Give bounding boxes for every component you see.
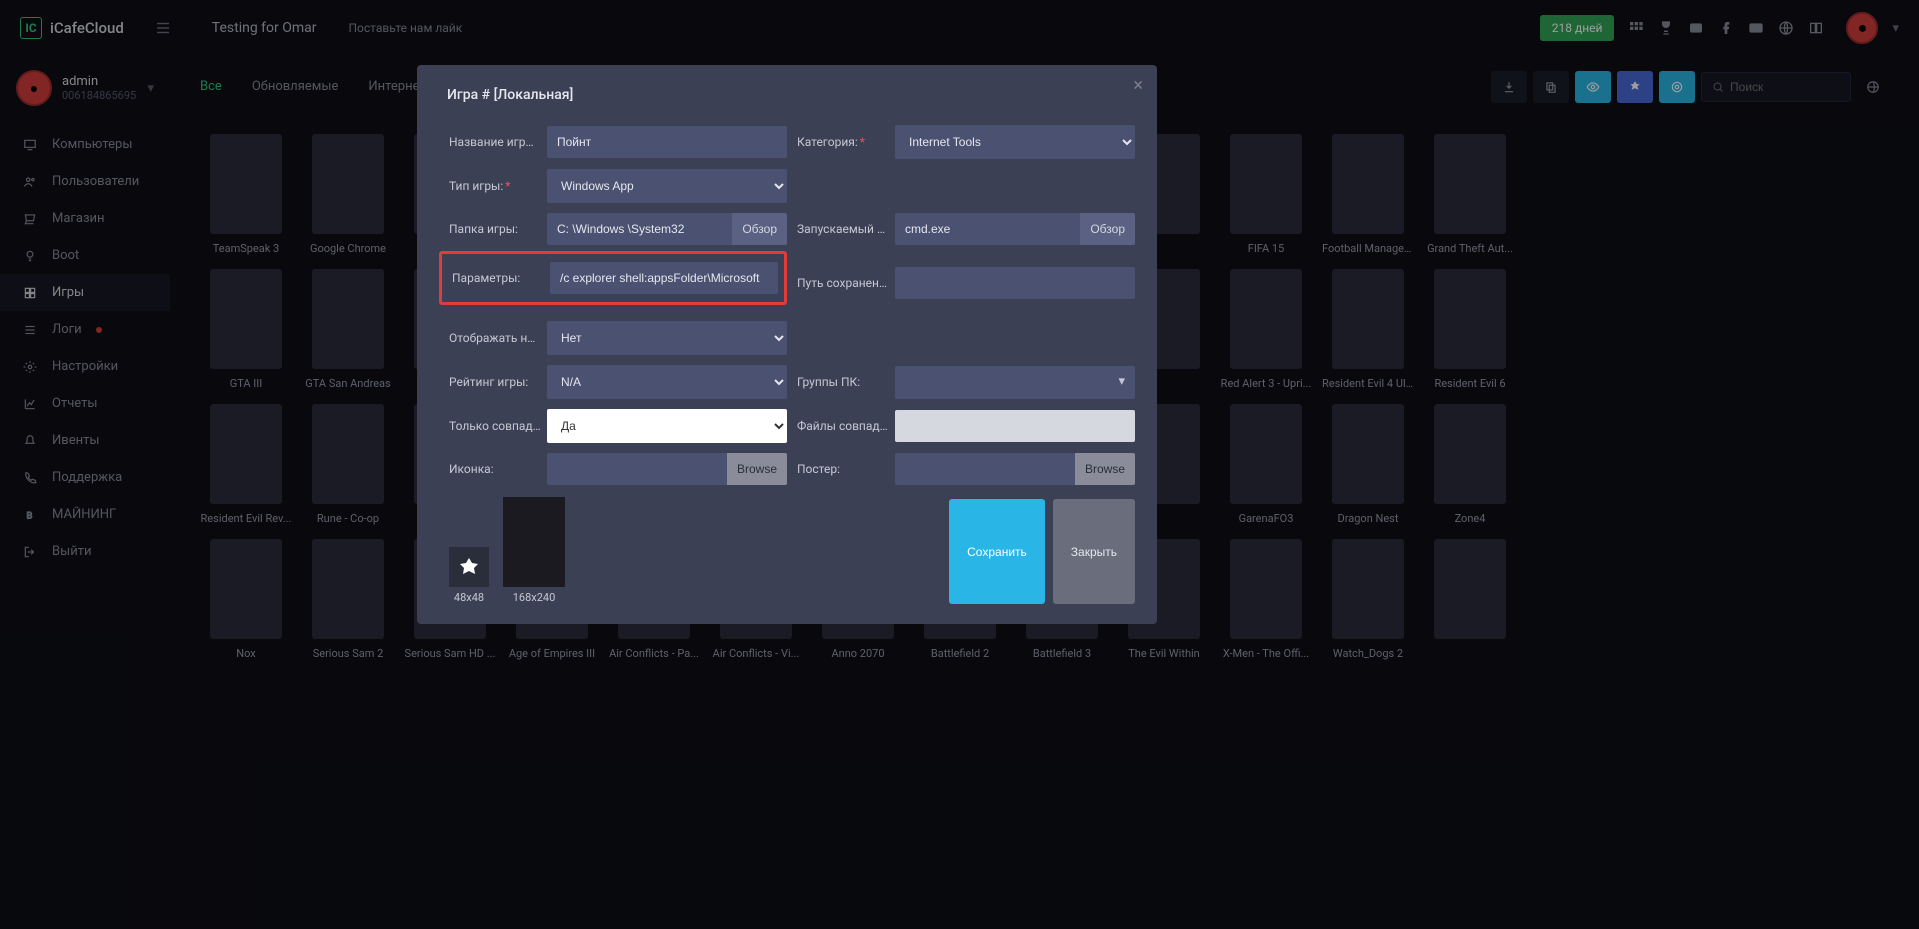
- input-savepath[interactable]: [895, 267, 1135, 299]
- input-name[interactable]: [547, 126, 787, 158]
- label-folder: Папка игры:: [439, 222, 547, 236]
- select-type[interactable]: Windows App: [547, 169, 787, 203]
- modal-title: Игра # [Локальная]: [447, 87, 1127, 103]
- input-folder[interactable]: [547, 213, 732, 245]
- label-rating: Рейтинг игры:: [439, 375, 547, 389]
- select-groups[interactable]: [895, 366, 1135, 399]
- label-category: Категория:*: [787, 135, 895, 149]
- game-edit-modal: × Игра # [Локальная] Название игры:* Кат…: [417, 65, 1157, 624]
- label-icon: Иконка:: [439, 462, 547, 476]
- modal-close-icon[interactable]: ×: [1133, 75, 1143, 96]
- label-savepath: Путь сохранений:: [787, 276, 895, 290]
- close-button[interactable]: Закрыть: [1053, 499, 1135, 604]
- label-poster: Постер:: [787, 462, 895, 476]
- label-matchfiles: Файлы совпадения:: [787, 419, 895, 433]
- browse-folder-button[interactable]: Обзор: [732, 213, 787, 245]
- input-icon[interactable]: [547, 453, 727, 485]
- thumb-icon-preview: 48x48: [449, 497, 489, 604]
- input-exe[interactable]: [895, 213, 1080, 245]
- select-taskbar[interactable]: Нет: [547, 321, 787, 355]
- label-params: Параметры:: [442, 271, 550, 285]
- thumb-poster-preview: 168x240: [503, 497, 565, 604]
- params-highlight: Параметры:: [439, 251, 787, 305]
- label-matchonly: Только совпадение:: [439, 419, 547, 433]
- browse-poster-button[interactable]: Browse: [1075, 453, 1135, 485]
- select-rating[interactable]: N/A: [547, 365, 787, 399]
- input-params[interactable]: [550, 262, 778, 294]
- label-taskbar: Отображать на пан...: [439, 331, 547, 345]
- browse-icon-button[interactable]: Browse: [727, 453, 787, 485]
- select-category[interactable]: Internet Tools: [895, 125, 1135, 159]
- save-button[interactable]: Сохранить: [949, 499, 1045, 604]
- label-name: Название игры:*: [439, 135, 547, 149]
- label-exe: Запускаемый файл...: [787, 222, 895, 236]
- input-matchfiles[interactable]: [895, 410, 1135, 442]
- browse-exe-button[interactable]: Обзор: [1080, 213, 1135, 245]
- input-poster[interactable]: [895, 453, 1075, 485]
- label-type: Тип игры:*: [439, 179, 547, 193]
- label-groups: Группы ПК:: [787, 375, 895, 389]
- select-matchonly[interactable]: Да: [547, 409, 787, 443]
